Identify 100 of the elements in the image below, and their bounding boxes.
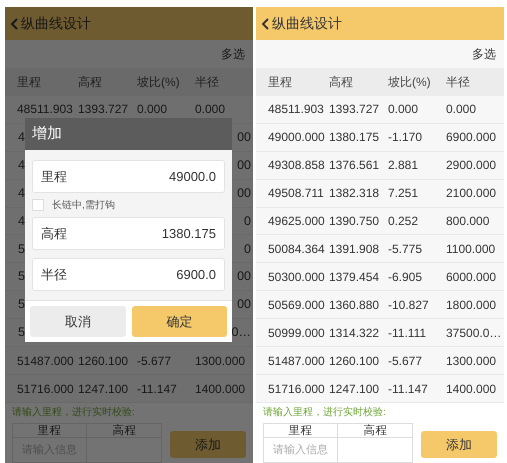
table-cell-text: 0.000 [137, 101, 168, 118]
table-cell-text: -5.775 [388, 240, 424, 258]
column-header: 高程 [78, 74, 103, 91]
table-cell-text: 1800.000 [446, 296, 498, 314]
table-cell-text: 00 [237, 268, 252, 286]
table-cell-text: 51487.000 [17, 352, 75, 370]
table-cell-text: 800.000 [446, 212, 490, 230]
page-title: 纵曲线设计 [21, 14, 91, 33]
table-cell-text: 1393.727 [329, 101, 380, 118]
table-cell-text: -5.677 [388, 352, 424, 370]
confirm-button[interactable]: 确定 [132, 306, 227, 337]
table-cell-text: 1314.322 [329, 324, 380, 342]
table-cell-text: 1382.318 [329, 185, 380, 202]
table-cell-text: 7.251 [388, 185, 420, 202]
table-cell-text: 4 [18, 128, 25, 146]
table-cell-text: 50569.000 [268, 296, 326, 314]
field-label: 里程 [41, 168, 67, 186]
table-cell-text: 0.252 [388, 212, 420, 230]
table-cell-text: 00 [237, 184, 252, 202]
table-cell-text: 1391.908 [329, 240, 380, 258]
field-label: 高程 [41, 224, 67, 243]
table-cell-text: 1379.454 [329, 268, 380, 286]
table-cell-text: 51487.000 [268, 352, 326, 370]
table-cell-text: 1300.000 [446, 352, 498, 370]
table-cell-text: 0… [232, 324, 252, 342]
multi-select-link[interactable]: 多选 [472, 44, 496, 63]
table-cell-text: -6.905 [388, 268, 424, 286]
table-cell-text: 2100.000 [446, 185, 498, 202]
table-cell-text: 1247.100 [78, 380, 130, 398]
column-header: 半径 [195, 74, 220, 91]
column-header: 里程 [17, 74, 42, 91]
table-cell-text: 5 [18, 296, 25, 314]
table-cell-text: 5 [18, 324, 25, 342]
table-cell-text: -1.170 [388, 129, 424, 146]
table-cell-text: 1380.175 [329, 129, 380, 146]
dialog-title: 增加 [32, 124, 62, 144]
table-cell-text: 5 [18, 240, 25, 258]
table-cell-text: 1400.000 [446, 380, 498, 398]
table-cell-text: 1100.000 [446, 240, 496, 258]
table-cell-text: 5 [18, 268, 25, 286]
input-field[interactable]: 高程 1380.175 [32, 217, 225, 250]
table-cell-text: 48511.903 [17, 101, 74, 118]
column-header: 半径 [446, 74, 471, 91]
table-cell-text: -10.827 [388, 296, 430, 314]
cancel-button[interactable]: 取消 [30, 306, 126, 337]
field-value: 49000.0 [169, 168, 216, 186]
table-cell-text: -11.111 [388, 324, 428, 342]
column-header: 里程 [268, 74, 293, 91]
table-cell-text: 51716.000 [268, 380, 326, 398]
page-title: 纵曲线设计 [272, 14, 342, 33]
table-cell-text: 0.000 [388, 101, 420, 118]
table-cell-text: 49308.858 [268, 157, 326, 174]
table-cell-text: 49508.711 [268, 185, 325, 202]
table-cell-text: 0 [244, 240, 252, 258]
table-cell-text: 49625.000 [268, 212, 326, 230]
add-button[interactable]: 添加 [421, 431, 497, 458]
table-cell-text: 1260.100 [78, 352, 130, 370]
table-cell-text: -11.147 [137, 380, 178, 398]
table-cell-text: 1260.100 [329, 352, 380, 370]
table-cell-text: 1360.880 [329, 296, 380, 314]
checkbox-label: 长链中,需打钩 [52, 198, 115, 212]
table-cell-text: 1390.750 [329, 212, 380, 230]
table-cell-text: 50300.000 [268, 268, 326, 286]
input-field[interactable]: 里程 49000.0 [32, 160, 225, 193]
validation-hint: 请输入里程，进行实时校验: [12, 406, 136, 420]
column-header: 坡比(%) [137, 74, 181, 91]
table-cell-text: 2.881 [388, 157, 420, 174]
column-header: 高程 [329, 74, 354, 91]
field-label: 半径 [41, 266, 67, 284]
table-cell-text: 48511.903 [268, 101, 325, 118]
column-header: 坡比(%) [388, 74, 432, 91]
table-cell-text: 0.000 [446, 101, 478, 118]
table-cell-text: 1376.561 [329, 157, 380, 174]
table-cell-text: 1300.000 [195, 352, 246, 370]
table-cell-text: 49000.000 [268, 129, 326, 146]
field-value: 6900.0 [176, 266, 216, 284]
field-value: 1380.175 [162, 224, 216, 243]
table-cell-text: 50999.000 [268, 324, 326, 342]
table-cell-text: 4 [18, 212, 25, 230]
table-cell-text: -11.147 [388, 380, 429, 398]
multi-select-link[interactable]: 多选 [221, 44, 245, 63]
table-cell-text: 00 [237, 128, 252, 146]
checkbox[interactable] [32, 199, 44, 211]
table-cell-text: 1247.100 [329, 380, 380, 398]
table-cell-text: -5.677 [137, 352, 172, 370]
table-cell-text: 6000.000 [446, 268, 498, 286]
table-cell-text: 2900.000 [446, 157, 498, 174]
table-cell-text: 0 [244, 212, 252, 230]
table-cell-text: 4 [18, 156, 25, 174]
table-cell-text: 6900.000 [446, 129, 498, 146]
table-cell-text: 0.000 [195, 101, 226, 118]
table-cell-text: 51716.000 [17, 380, 75, 398]
input-field[interactable]: 半径 6900.0 [32, 258, 225, 291]
table-cell-text: 00 [237, 156, 252, 174]
table-cell-text: 1400.000 [195, 380, 246, 398]
table-cell-text: 1393.727 [78, 101, 130, 118]
back-icon[interactable] [261, 18, 270, 30]
table-cell-text: 4 [18, 184, 25, 202]
validation-hint: 请输入里程，进行实时校验: [263, 406, 387, 420]
table-cell-text: 00 [237, 296, 252, 314]
